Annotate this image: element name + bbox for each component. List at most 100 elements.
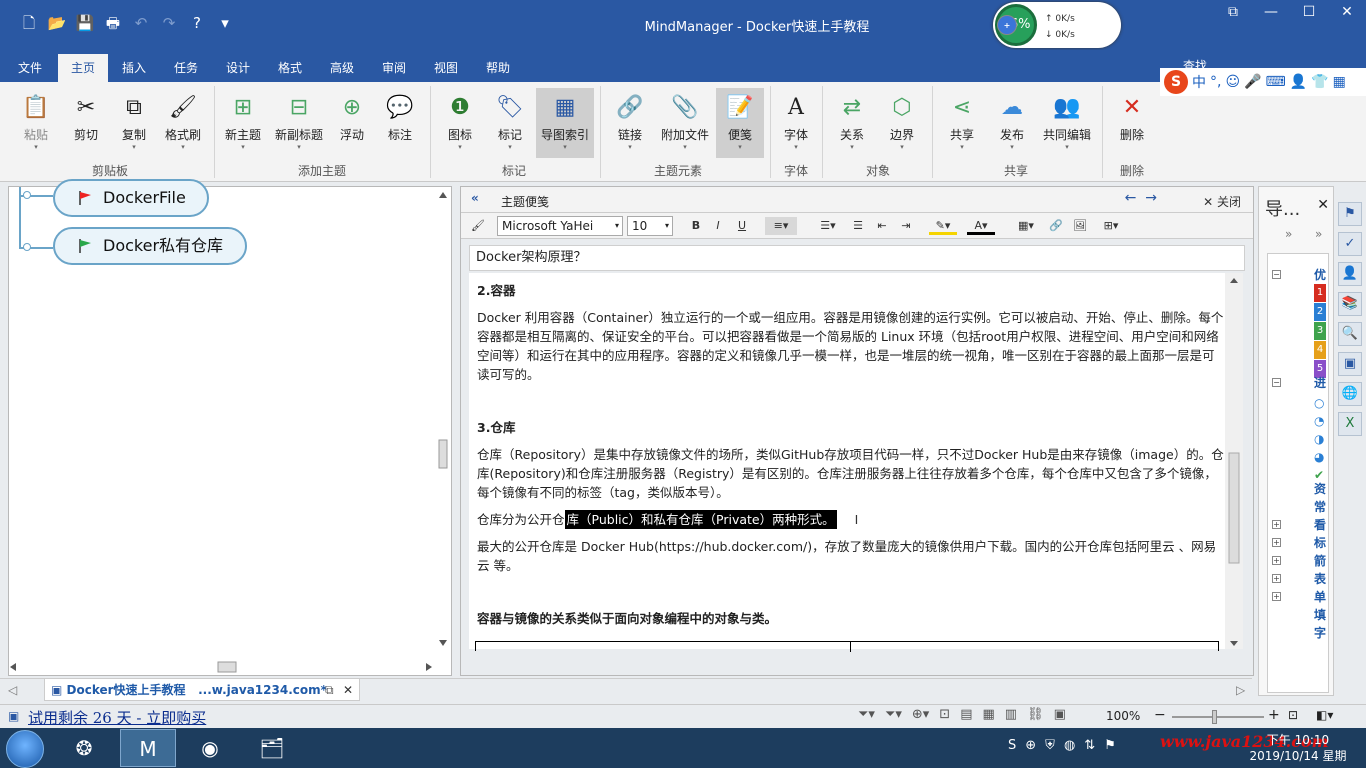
next-note-icon[interactable]: →: [1145, 190, 1157, 206]
link-button[interactable]: 🔗 链接 ▾: [608, 88, 652, 158]
tab-insert[interactable]: 插入: [112, 54, 156, 82]
filter-advanced-icon[interactable]: ⏷▾: [885, 707, 902, 722]
tab-scroll-left-icon[interactable]: ◁: [8, 683, 17, 697]
notes-view-icon[interactable]: ▣: [1054, 707, 1066, 722]
bold-icon[interactable]: B: [687, 217, 705, 235]
tab-review[interactable]: 审阅: [372, 54, 416, 82]
underline-icon[interactable]: U: [733, 217, 751, 235]
publish-button[interactable]: ☁ 发布 ▾: [990, 88, 1034, 158]
zoom-in-icon[interactable]: +: [1268, 707, 1280, 723]
table-icon[interactable]: ▦▾: [1013, 217, 1039, 235]
format-painter-button[interactable]: 🖌 格式刷 ▾: [160, 88, 206, 158]
layout-icon[interactable]: ◧▾: [1316, 708, 1333, 722]
expand-node-icon[interactable]: +: [1272, 520, 1281, 529]
icon-marker-button[interactable]: ❶ 图标 ▾: [440, 88, 480, 158]
close-notes-button[interactable]: ✕ 关闭: [1203, 193, 1241, 210]
tray-flag-icon[interactable]: ⚑: [1104, 738, 1116, 753]
tray-shield-icon[interactable]: ⛨: [1045, 738, 1055, 753]
insert-field-icon[interactable]: ⊞▾: [1097, 217, 1125, 235]
zoom-out-icon[interactable]: −: [1154, 707, 1166, 723]
tray-network-icon[interactable]: ⇅: [1084, 738, 1095, 753]
nav-item-resources[interactable]: 资: [1314, 480, 1326, 497]
nav-item-view[interactable]: 看: [1314, 516, 1326, 533]
float-tab-icon[interactable]: ⧉: [325, 679, 334, 701]
fit-map-icon[interactable]: ⊡: [939, 707, 950, 722]
attachment-button[interactable]: 📎 附加文件 ▾: [656, 88, 714, 158]
speed-boost-icon[interactable]: +: [997, 15, 1017, 35]
image-icon[interactable]: 🖼: [1071, 217, 1089, 235]
tab-scroll-right-icon[interactable]: ▷: [1236, 683, 1245, 697]
tab-home[interactable]: 主页: [58, 54, 108, 82]
indent-icon[interactable]: ⇥: [897, 217, 915, 235]
paste-button[interactable]: 📋 粘贴 ▾: [14, 88, 58, 158]
close-tab-icon[interactable]: ✕: [343, 679, 353, 701]
format-brush-icon[interactable]: 🖌: [469, 217, 487, 235]
tab-file[interactable]: 文件: [8, 54, 52, 82]
font-color-icon[interactable]: A▾: [967, 217, 995, 235]
nav-item-single[interactable]: 单: [1314, 588, 1326, 605]
expand-node-icon[interactable]: +: [1272, 556, 1281, 565]
emoji-icon[interactable]: ☺: [1225, 74, 1240, 90]
delete-button[interactable]: ✕ 删除: [1110, 88, 1154, 158]
doc-tab-docker-tutorial[interactable]: ▣ Docker快速上手教程 ...w.java1234.com* ⧉ ✕: [44, 679, 360, 701]
italic-icon[interactable]: I: [709, 217, 727, 235]
notes-editor[interactable]: 2.容器 Docker 利用容器（Container）独立运行的一个或一组应用。…: [469, 273, 1233, 649]
keyboard-icon[interactable]: ⌨: [1266, 74, 1286, 90]
gantt-view-icon[interactable]: ▥: [1005, 707, 1017, 722]
tab-help[interactable]: 帮助: [476, 54, 520, 82]
nav-item-priority[interactable]: 优: [1314, 266, 1326, 283]
task-panel-icon[interactable]: ✓: [1338, 232, 1362, 256]
notes-vertical-scrollbar[interactable]: [1225, 273, 1243, 649]
expand-node-icon[interactable]: +: [1272, 538, 1281, 547]
share-button[interactable]: ⋖ 共享 ▾: [940, 88, 984, 158]
markers-panel-icon[interactable]: ⚑: [1338, 202, 1362, 226]
floating-topic-button[interactable]: ⊕ 浮动: [332, 88, 372, 158]
map-index-button[interactable]: ▦ 导图索引 ▾: [536, 88, 594, 158]
trial-purchase-link[interactable]: 试用剩余 26 天 - 立即购买: [28, 707, 206, 728]
bullet-list-icon[interactable]: ☰: [849, 217, 867, 235]
outline-view-icon[interactable]: ▤: [960, 707, 972, 722]
tab-design[interactable]: 设计: [216, 54, 260, 82]
resources-panel-icon[interactable]: 👤: [1338, 262, 1362, 286]
outdent-icon[interactable]: ⇤: [873, 217, 891, 235]
expand-node-icon[interactable]: +: [1272, 574, 1281, 583]
new-topic-button[interactable]: ⊞ 新主题 ▾: [220, 88, 266, 158]
notes-topic-title[interactable]: Docker架构原理？: [469, 245, 1245, 271]
close-button[interactable]: ✕: [1328, 4, 1366, 20]
start-button[interactable]: [6, 730, 44, 768]
callout-button[interactable]: 💬 标注: [380, 88, 420, 158]
nav-item-arrows[interactable]: 箭: [1314, 552, 1326, 569]
user-icon[interactable]: 👤: [1290, 74, 1307, 90]
zoom-slider-thumb[interactable]: [1212, 710, 1217, 724]
ime-mode[interactable]: 中: [1192, 72, 1206, 92]
font-size-select[interactable]: 10 ▾: [627, 216, 673, 236]
maximize-button[interactable]: ☐: [1290, 4, 1328, 20]
taskbar-mindmanager-icon[interactable]: M: [120, 729, 176, 767]
coedit-button[interactable]: 👥 共同编辑 ▾: [1038, 88, 1096, 158]
tab-format[interactable]: 格式: [268, 54, 312, 82]
boundary-button[interactable]: ⬡ 边界 ▾: [880, 88, 924, 158]
collapse-node-icon[interactable]: −: [1272, 378, 1281, 387]
expand-node-icon[interactable]: +: [1272, 592, 1281, 601]
nav-expand-icon[interactable]: »: [1285, 227, 1292, 241]
calendar-view-icon[interactable]: ▦: [983, 707, 995, 722]
collapse-panel-icon[interactable]: «: [471, 191, 479, 205]
numbered-list-icon[interactable]: ☰▾: [815, 217, 841, 235]
overview-panel-icon[interactable]: ▣: [1338, 352, 1362, 376]
tray-sogou-icon[interactable]: S: [1008, 738, 1016, 753]
tab-view[interactable]: 视图: [424, 54, 468, 82]
nav-item-progress[interactable]: 进: [1314, 374, 1326, 391]
library-panel-icon[interactable]: 📚: [1338, 292, 1362, 316]
ime-toolbar[interactable]: S 中 °, ☺ 🎤 ⌨ 👤 👕 ▦: [1160, 68, 1366, 96]
tag-button[interactable]: 🏷 标记 ▾: [488, 88, 532, 158]
tray-plus-icon[interactable]: ⊕: [1025, 738, 1036, 753]
focus-icon[interactable]: ⊕▾: [912, 707, 929, 722]
hyperlink-icon[interactable]: 🔗: [1047, 217, 1065, 235]
copy-button[interactable]: ⧉ 复制 ▾: [112, 88, 156, 158]
search-panel-icon[interactable]: 🔍: [1338, 322, 1362, 346]
notes-button[interactable]: 📝 便笺 ▾: [716, 88, 764, 158]
map-vertical-scrollbar[interactable]: [436, 188, 450, 648]
filter-icon[interactable]: ⏷▾: [858, 707, 875, 722]
taskbar-app-colorful-icon[interactable]: ❂: [56, 729, 112, 767]
tab-advanced[interactable]: 高级: [320, 54, 364, 82]
